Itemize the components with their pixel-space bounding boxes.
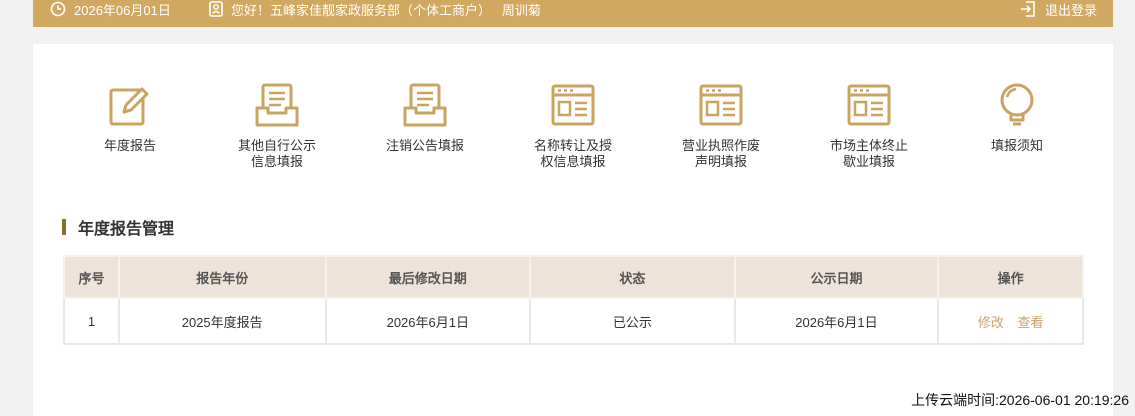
nav-other-disclosure[interactable]: 其他自行公示 信息填报: [217, 82, 337, 170]
cell-published: 2026年6月1日: [733, 297, 940, 345]
date-text: 2026年06月01日: [74, 2, 171, 18]
cell-index: 1: [63, 297, 120, 345]
logout-icon: [1020, 1, 1035, 17]
browser-card-icon: [551, 84, 595, 126]
upload-time: 上传云端时间:2026-06-01 20:19:26: [911, 392, 1129, 408]
table-header-row: 序号 报告年份 最后修改日期 状态 公示日期 操作: [63, 255, 1084, 299]
user-card-icon: [209, 1, 223, 17]
title-bar-marker: [62, 219, 66, 235]
cell-year: 2025年度报告: [117, 297, 327, 345]
nav-deregistration-notice[interactable]: 注销公告填报: [365, 82, 485, 154]
column-header-modified: 最后修改日期: [324, 255, 532, 299]
nav-termination[interactable]: 市场主体终止 歇业填报: [809, 82, 929, 170]
main-panel: 年度报告 其他自行公示 信息填报 注销公告填报 名称转让及授 权信息填报 营业执…: [33, 44, 1113, 416]
logout-label: 退出登录: [1044, 2, 1097, 18]
nav-label: 名称转让及授 权信息填报: [533, 138, 612, 169]
nav-label: 填报须知: [990, 138, 1043, 153]
column-header-status: 状态: [529, 255, 736, 299]
table-row: 1 2025年度报告 2026年6月1日 已公示 2026年6月1日 修改 查看: [63, 297, 1084, 345]
column-header-index: 序号: [63, 255, 120, 299]
edit-icon: [109, 87, 149, 126]
column-header-actions: 操作: [937, 255, 1084, 299]
cell-modified: 2026年6月1日: [324, 297, 532, 345]
annual-report-table: 序号 报告年份 最后修改日期 状态 公示日期 操作 1 2025年度报告 202…: [63, 255, 1084, 345]
tray-document-icon: [255, 83, 299, 127]
column-header-published: 公示日期: [733, 255, 940, 299]
column-header-year: 报告年份: [117, 255, 327, 299]
date-display: 2026年06月01日: [50, 0, 171, 18]
nav-name-transfer[interactable]: 名称转让及授 权信息填报: [513, 82, 633, 170]
edit-link[interactable]: 修改: [978, 315, 1004, 330]
nav-label: 注销公告填报: [385, 138, 464, 153]
view-link[interactable]: 查看: [1017, 315, 1043, 330]
nav-label: 其他自行公示 信息填报: [237, 138, 316, 169]
clock-icon: [50, 1, 66, 17]
section-title-text: 年度报告管理: [78, 221, 175, 238]
browser-card-icon: [699, 84, 743, 126]
greeting-text: 您好！五峰家佳靓家政服务部（个体工商户） 周训菊: [231, 2, 541, 18]
nav-license-void[interactable]: 营业执照作废 声明填报: [661, 82, 781, 170]
cell-actions: 修改 查看: [937, 297, 1084, 345]
nav-label: 市场主体终止 歇业填报: [829, 138, 908, 169]
nav-filing-notice[interactable]: 填报须知: [957, 82, 1077, 154]
top-bar: 2026年06月01日 您好！五峰家佳靓家政服务部（个体工商户） 周训菊 退出登…: [33, 0, 1113, 27]
section-title: 年度报告管理: [62, 216, 174, 238]
cell-status: 已公示: [529, 297, 736, 345]
nav-annual-report[interactable]: 年度报告: [70, 82, 190, 154]
greeting: 您好！五峰家佳靓家政服务部（个体工商户） 周训菊: [209, 0, 541, 18]
nav-label: 年度报告: [103, 138, 156, 153]
nav-label: 营业执照作废 声明填报: [681, 138, 760, 169]
logout-button[interactable]: 退出登录: [1019, 0, 1097, 18]
function-nav: 年度报告 其他自行公示 信息填报 注销公告填报 名称转让及授 权信息填报 营业执…: [33, 44, 1113, 184]
browser-card-icon: [847, 84, 891, 126]
lightbulb-icon: [1000, 83, 1034, 126]
tray-document-icon: [403, 83, 447, 127]
